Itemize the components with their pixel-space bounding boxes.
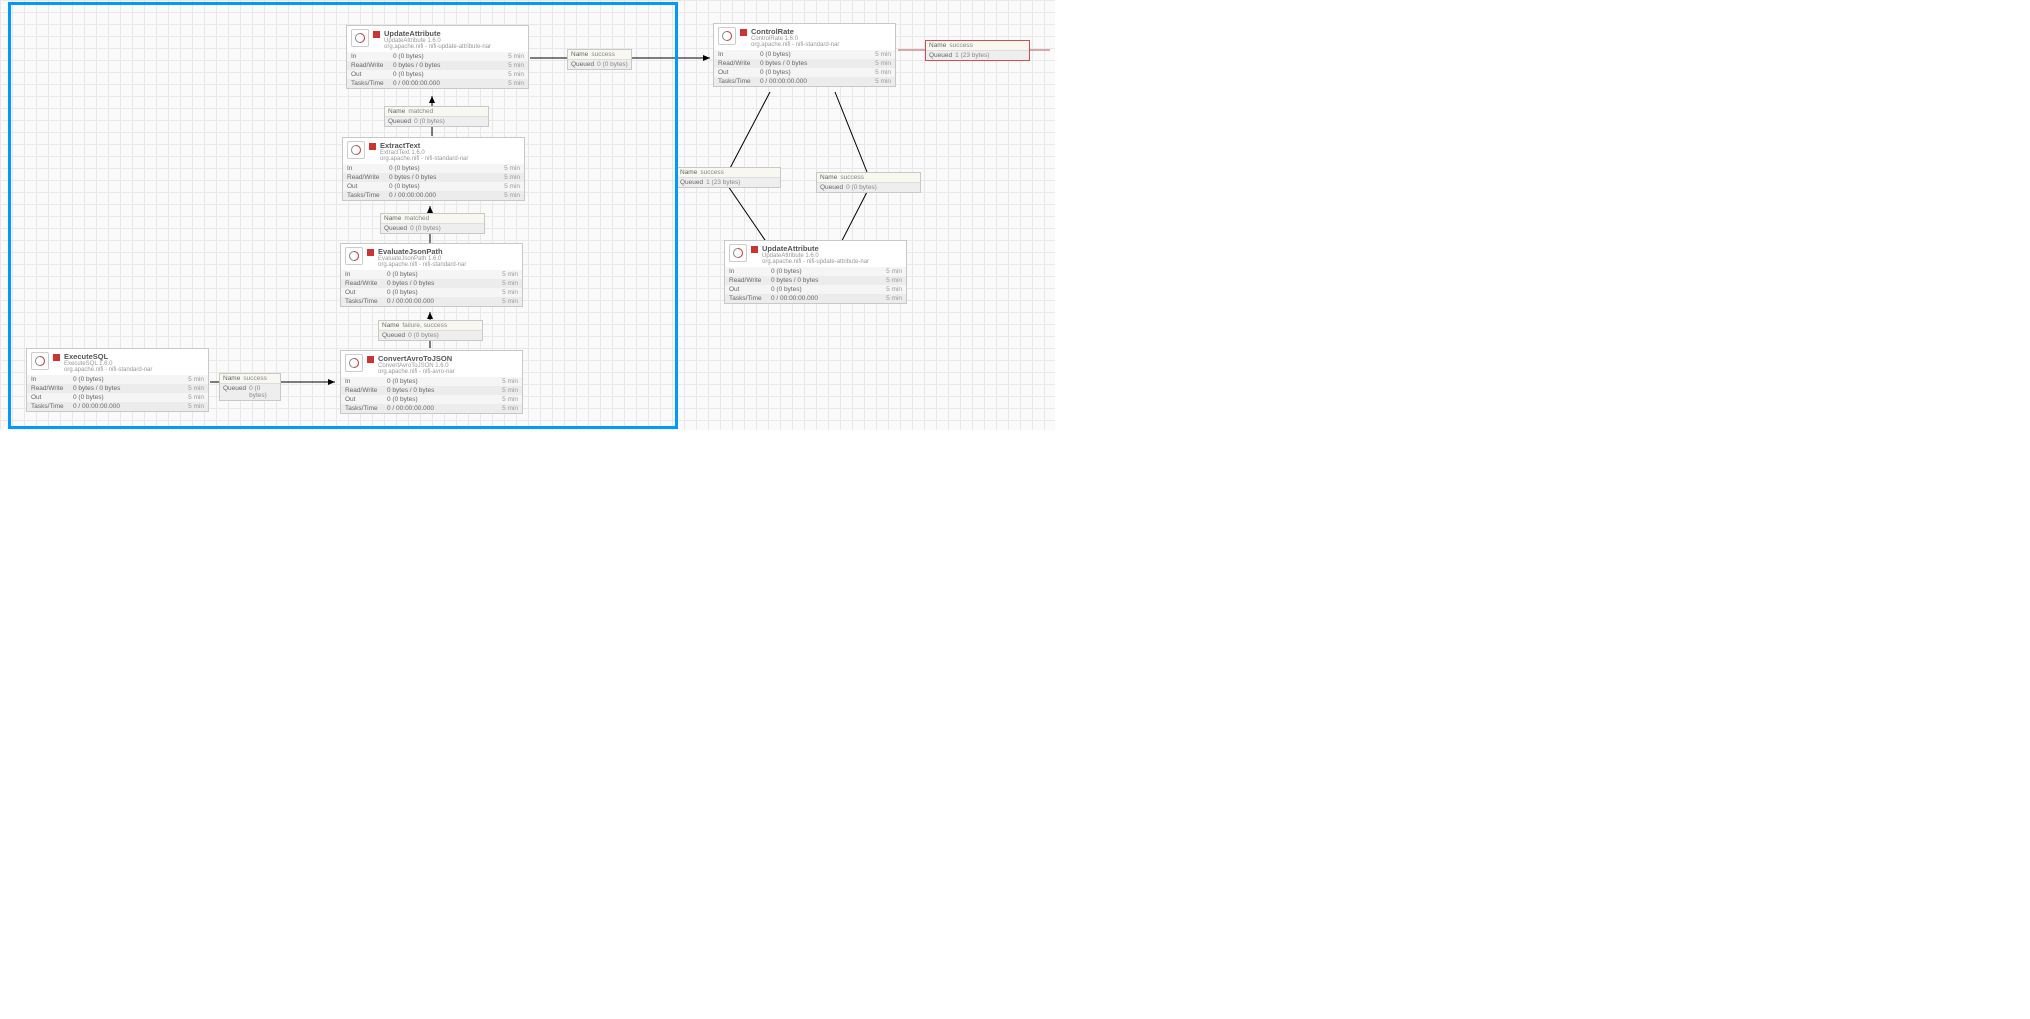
- connection-avro-to-eval[interactable]: Namefailure, success Queued0 (0 bytes): [378, 320, 483, 341]
- processor-bundle: org.apache.nifi - nifi-standard-nar: [64, 367, 204, 373]
- canvas-grid[interactable]: ExecuteSQL ExecuteSQL 1.6.0 org.apache.n…: [0, 0, 1055, 430]
- processor-bundle: org.apache.nifi - nifi-update-attribute-…: [384, 44, 524, 50]
- processor-updateattribute-1[interactable]: UpdateAttribute UpdateAttribute 1.6.0 or…: [346, 25, 529, 89]
- processor-bundle: org.apache.nifi - nifi-standard-nar: [751, 42, 891, 48]
- connection-exec-to-avro[interactable]: Namesuccess Queued0 (0 bytes): [219, 373, 281, 401]
- processor-executesql[interactable]: ExecuteSQL ExecuteSQL 1.6.0 org.apache.n…: [26, 348, 209, 412]
- connection-control-to-update2-a[interactable]: Namesuccess Queued1 (23 bytes): [676, 167, 781, 188]
- processor-bundle: org.apache.nifi - nifi-update-attribute-…: [762, 259, 902, 265]
- connection-eval-to-extract[interactable]: Namematched Queued0 (0 bytes): [380, 213, 485, 234]
- processor-icon: [718, 27, 736, 45]
- processor-icon: [345, 354, 363, 372]
- connection-control-out[interactable]: Namesuccess Queued1 (23 bytes): [925, 40, 1030, 61]
- processor-bundle: org.apache.nifi - nifi-standard-nar: [378, 262, 518, 268]
- processor-icon: [347, 141, 365, 159]
- processor-name: EvaluateJsonPath: [378, 247, 518, 256]
- stopped-icon: [367, 249, 374, 256]
- processor-bundle: org.apache.nifi - nifi-avro-nar: [378, 369, 518, 375]
- processor-controlrate[interactable]: ControlRate ControlRate 1.6.0 org.apache…: [713, 23, 896, 87]
- processor-name: UpdateAttribute: [384, 29, 524, 38]
- stopped-icon: [740, 29, 747, 36]
- processor-name: ExecuteSQL: [64, 352, 204, 361]
- processor-name: ExtractText: [380, 141, 520, 150]
- processor-icon: [345, 247, 363, 265]
- processor-name: UpdateAttribute: [762, 244, 902, 253]
- processor-icon: [729, 244, 747, 262]
- processor-extracttext[interactable]: ExtractText ExtractText 1.6.0 org.apache…: [342, 137, 525, 201]
- stopped-icon: [373, 31, 380, 38]
- processor-name: ConvertAvroToJSON: [378, 354, 518, 363]
- stopped-icon: [751, 246, 758, 253]
- stopped-icon: [369, 143, 376, 150]
- processor-icon: [351, 29, 369, 47]
- processor-evaluatejsonpath[interactable]: EvaluateJsonPath EvaluateJsonPath 1.6.0 …: [340, 243, 523, 307]
- processor-convertavrotojson[interactable]: ConvertAvroToJSON ConvertAvroToJSON 1.6.…: [340, 350, 523, 414]
- connection-update-to-control[interactable]: Namesuccess Queued0 (0 bytes): [567, 49, 632, 70]
- processor-bundle: org.apache.nifi - nifi-standard-nar: [380, 156, 520, 162]
- processor-updateattribute-2[interactable]: UpdateAttribute UpdateAttribute 1.6.0 or…: [724, 240, 907, 304]
- processor-name: ControlRate: [751, 27, 891, 36]
- stopped-icon: [53, 354, 60, 361]
- connection-control-to-update2-b[interactable]: Namesuccess Queued0 (0 bytes): [816, 172, 921, 193]
- processor-icon: [31, 352, 49, 370]
- connection-extract-to-update[interactable]: Namematched Queued0 (0 bytes): [384, 106, 489, 127]
- stopped-icon: [367, 356, 374, 363]
